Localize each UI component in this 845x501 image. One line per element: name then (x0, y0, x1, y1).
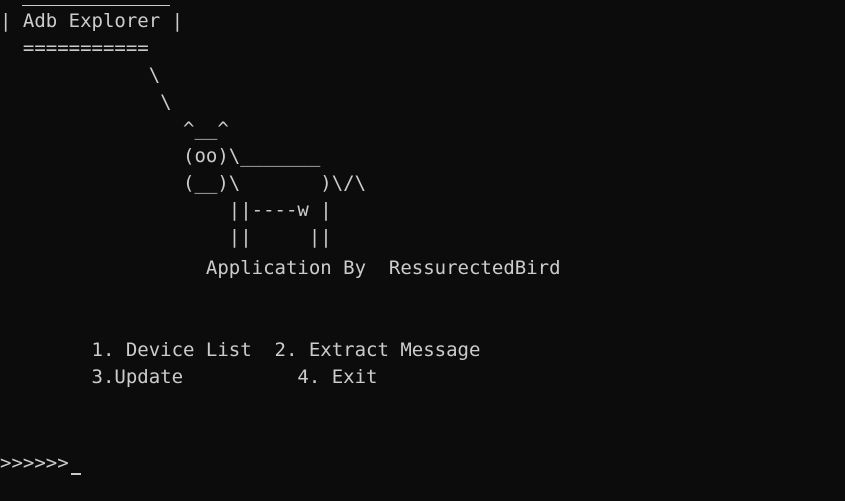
title-overline (22, 5, 170, 6)
speech-tail-line-1: \ (0, 64, 161, 86)
console-window[interactable]: | Adb Explorer | =========== \ \ ^__^ (o… (0, 0, 845, 501)
cow-legs-lower: || || (0, 226, 332, 248)
prompt-text: >>>>>> (0, 452, 69, 474)
cow-body: (__)\ )\/\ (0, 172, 367, 194)
command-prompt[interactable]: >>>>>> (0, 450, 81, 477)
text-cursor (70, 473, 81, 475)
banner-title: | Adb Explorer | (0, 10, 184, 32)
cow-ears: ^__^ (0, 118, 229, 140)
banner-underline: =========== (0, 37, 149, 59)
cow-face: (oo)\_______ (0, 145, 321, 167)
menu-row-2: 3.Update 4. Exit (0, 366, 378, 388)
cow-legs-upper: ||----w | (0, 199, 332, 221)
menu-row-1: 1. Device List 2. Extract Message (0, 339, 481, 361)
speech-tail-line-2: \ (0, 91, 172, 113)
credit-text: Application By RessurectedBird (0, 257, 561, 279)
